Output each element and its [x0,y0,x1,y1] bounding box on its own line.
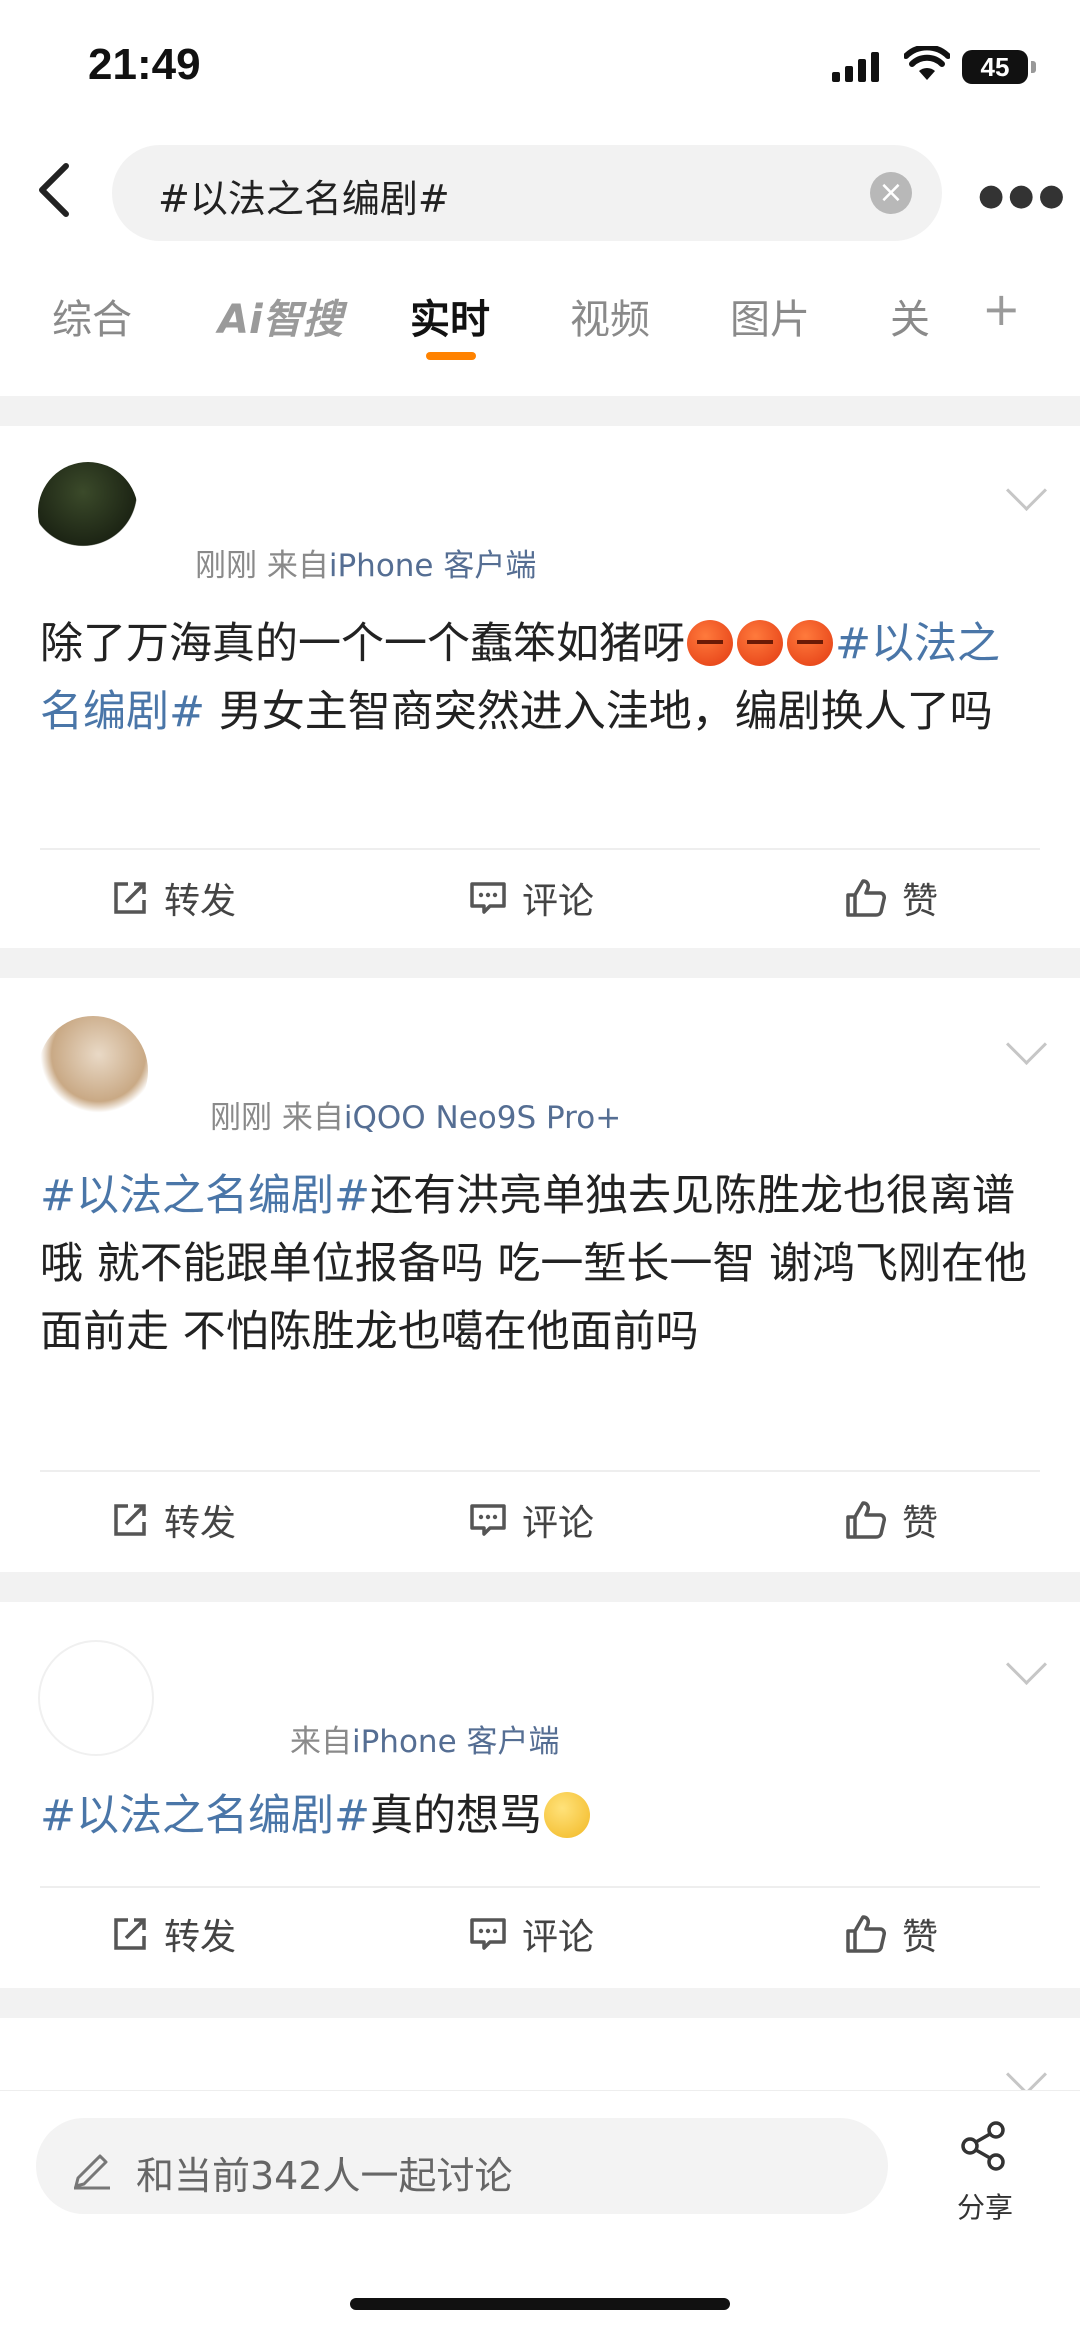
post-source: iPhone 客户端 [328,548,537,584]
repost-icon [114,1918,146,1950]
repost-label: 转发 [164,1503,237,1544]
section-gap [0,1572,1080,1602]
post-meta: 刚刚 来自iPhone 客户端 [195,540,536,585]
repost-button[interactable]: 转发 [110,1908,236,1960]
repost-icon [114,1504,146,1536]
chevron-down-icon[interactable] [1005,2053,1048,2096]
clear-search-icon[interactable]: × [870,172,912,214]
battery-indicator: 45 [962,50,1036,84]
divider [40,1470,1040,1472]
repost-label: 转发 [164,1917,237,1958]
comment-button[interactable]: 评论 [468,872,594,924]
active-tab-indicator [426,352,476,360]
post-content[interactable]: #以法之名编剧#真的想骂 [40,1782,1040,1850]
tab-images[interactable]: 图片 [730,287,810,345]
section-gap [0,396,1080,426]
discuss-placeholder[interactable]: 和当前342人一起讨论 [136,2145,513,2200]
comment-icon [470,882,506,914]
like-button[interactable]: 赞 [844,1908,938,1960]
wifi-icon [904,46,950,80]
chevron-down-icon[interactable] [1005,1023,1048,1066]
signal-icon [832,52,879,82]
pencil-icon [74,2154,110,2190]
share-label[interactable]: 分享 [957,2186,1013,2226]
comment-button[interactable]: 评论 [468,1908,594,1960]
thumbs-up-icon [846,1915,886,1953]
thumbs-up-icon [846,879,886,917]
angry-face-icon [737,620,783,666]
chevron-down-icon[interactable] [1005,469,1048,512]
angry-face-icon [687,620,733,666]
divider [40,1886,1040,1888]
comment-label: 评论 [522,881,595,922]
like-label: 赞 [902,1917,939,1958]
source-prefix: 来自 [266,548,329,584]
comment-label: 评论 [522,1503,595,1544]
post-time: 刚刚 [210,1100,272,1136]
like-button[interactable]: 赞 [844,1494,938,1546]
post-text-continued: 男女主智商突然进入洼地，编剧换人了吗 [205,687,993,737]
post-meta: 刚刚 来自iQOO Neo9S Pro+ [210,1092,621,1137]
post-content[interactable]: #以法之名编剧#还有洪亮单独去见陈胜龙也很离谱哦 就不能跟单位报备吗 吃一堑长一… [40,1162,1040,1366]
avatar[interactable] [38,1016,148,1126]
topic-link[interactable]: #以法之名编剧# [40,1791,370,1841]
comment-icon [470,1504,506,1536]
thumbs-up-icon [846,1501,886,1539]
comment-button[interactable]: 评论 [468,1494,594,1546]
like-label: 赞 [902,881,939,922]
share-icon[interactable] [956,2118,1012,2174]
tab-realtime[interactable]: 实时 [410,287,490,345]
tab-follow[interactable]: 关 [890,287,930,345]
tab-video[interactable]: 视频 [570,287,650,345]
avatar[interactable] [38,462,138,562]
post-source: iPhone 客户端 [352,1724,560,1760]
tab-zonghe[interactable]: 综合 [52,287,132,345]
section-gap [0,1988,1080,2018]
post-meta: 来自iPhone 客户端 [290,1716,560,1761]
add-tab-icon[interactable]: + [982,282,1021,336]
like-label: 赞 [902,1503,939,1544]
repost-button[interactable]: 转发 [110,1494,236,1546]
topic-link[interactable]: #以法之名编剧# [40,1171,370,1221]
chevron-down-icon[interactable] [1005,1643,1048,1686]
repost-button[interactable]: 转发 [110,872,236,924]
source-prefix: 来自 [290,1724,352,1760]
post-text: 真的想骂 [370,1791,543,1841]
avatar[interactable] [38,1640,154,1756]
comment-icon [470,1918,506,1950]
like-button[interactable]: 赞 [844,872,938,924]
divider [40,848,1040,850]
post-time: 刚刚 [195,548,257,584]
status-time: 21:49 [88,40,201,89]
search-query[interactable]: #以法之名编剧# [158,168,450,223]
post-source: iQOO Neo9S Pro+ [343,1100,622,1136]
comment-label: 评论 [522,1917,595,1958]
home-indicator [350,2298,730,2310]
post-content[interactable]: 除了万海真的一个一个蠢笨如猪呀 #以法之名编剧# 男女主智商突然进入洼地，编剧换人… [40,610,1040,746]
source-prefix: 来自 [281,1100,344,1136]
repost-label: 转发 [164,881,237,922]
repost-icon [114,882,146,914]
angry-face-icon [787,620,833,666]
section-gap [0,948,1080,978]
post-text: 除了万海真的一个一个蠢笨如猪呀 [40,619,685,669]
tab-ai-search[interactable]: Ai智搜 [218,287,343,345]
more-options-icon[interactable]: ●●● [978,178,1069,213]
eye-roll-face-icon [544,1792,591,1838]
back-arrow-icon[interactable] [30,160,80,220]
